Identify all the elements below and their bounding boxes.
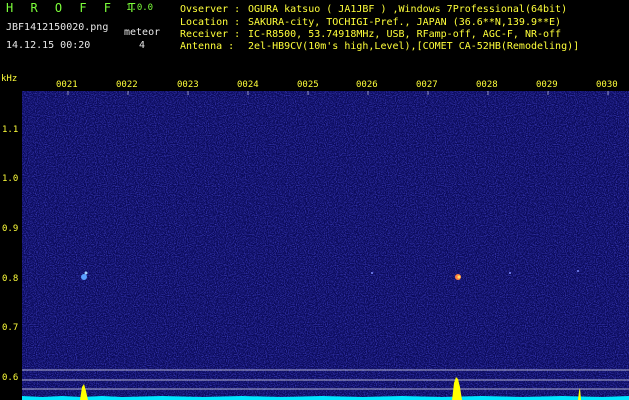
observer-label: Ovserver : <box>180 4 241 15</box>
x-tick-0026: 0026 <box>356 80 378 90</box>
y-tick-0-9: 0.9 <box>2 224 19 234</box>
spectrogram-noise <box>22 91 629 400</box>
x-tick-0028: 0028 <box>476 80 498 90</box>
x-tick-0029: 0029 <box>536 80 558 90</box>
meteor-echo <box>509 272 511 274</box>
receiver-row: Receiver : IC-R8500, 53.74918MHz, USB, RF… <box>180 30 561 40</box>
x-tick-0025: 0025 <box>297 80 319 90</box>
meteor-echo <box>577 270 579 272</box>
meteor-label: meteor <box>124 27 161 38</box>
location-label: Location : <box>180 17 241 28</box>
y-tick-0-6: 0.6 <box>2 373 19 383</box>
x-tick-0024: 0024 <box>237 80 259 90</box>
x-tick-0021: 0021 <box>56 80 78 90</box>
antenna-label: Antenna : <box>180 41 235 52</box>
meteor-echo <box>81 274 87 280</box>
x-tick-0027: 0027 <box>416 80 438 90</box>
observer-value: OGURA katsuo ( JA1JBF ) ,Windows 7Profes… <box>248 4 568 15</box>
antenna-value: 2el-HB9CV(10m's high,Level),[COMET CA-52… <box>248 41 580 52</box>
meteor-echo <box>457 275 461 279</box>
timestamp: 14.12.15 00:20 <box>6 40 91 51</box>
app-title: H R O F F T <box>6 1 141 15</box>
spectrogram-plot <box>22 91 629 400</box>
receiver-value: IC-R8500, 53.74918MHz, USB, RFamp-off, A… <box>248 29 562 40</box>
x-tick-0023: 0023 <box>177 80 199 90</box>
y-tick-1-1: 1.1 <box>2 125 19 135</box>
x-tick-0022: 0022 <box>116 80 138 90</box>
meteor-count: 4 <box>139 40 146 51</box>
meteor-echo <box>84 271 88 275</box>
x-tick-0030: 0030 <box>596 80 618 90</box>
observer-row: Ovserver : OGURA katsuo ( JA1JBF ) ,Windo… <box>180 5 567 15</box>
y-axis-unit: kHz <box>1 74 18 84</box>
antenna-row: Antenna : 2el-HB9CV(10m's high,Level),[CO… <box>180 42 579 52</box>
y-tick-0-7: 0.7 <box>2 323 19 333</box>
location-value: SAKURA-city, TOCHIGI-Pref., JAPAN (36.6*… <box>248 17 562 28</box>
location-row: Location : SAKURA-city, TOCHIGI-Pref., JA… <box>180 18 561 28</box>
y-tick-1-0: 1.0 <box>2 174 19 184</box>
app-version: 1.0.0 <box>126 3 154 13</box>
receiver-label: Receiver : <box>180 29 241 40</box>
file-name: JBF1412150020.png <box>6 22 109 33</box>
y-tick-0-8: 0.8 <box>2 274 19 284</box>
meteor-echo <box>371 272 373 274</box>
